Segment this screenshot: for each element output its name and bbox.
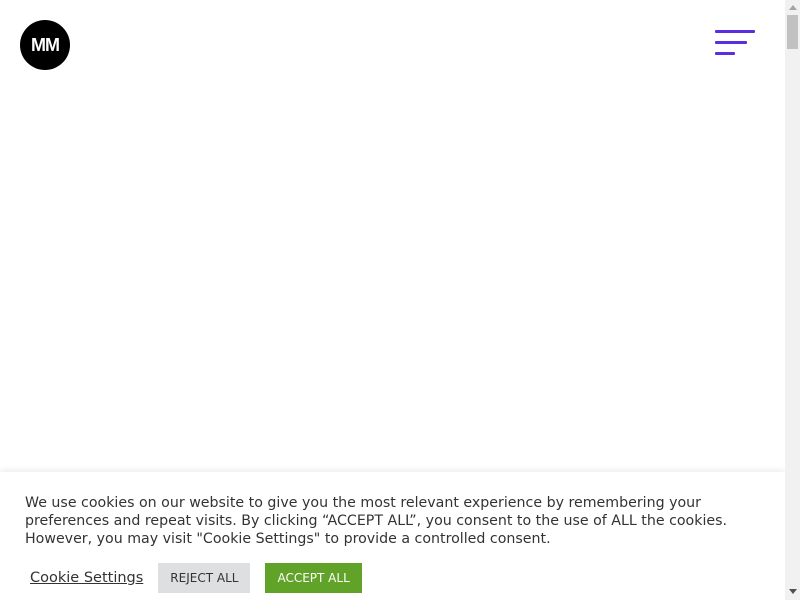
cookie-actions: Cookie Settings REJECT ALL ACCEPT ALL [30,563,362,593]
scroll-down-arrow-icon[interactable] [789,589,797,594]
menu-bar-middle [715,41,747,44]
hamburger-menu-icon[interactable] [713,30,757,58]
cookie-settings-link[interactable]: Cookie Settings [30,570,143,586]
accept-all-button[interactable]: ACCEPT ALL [265,563,362,593]
site-logo[interactable]: MM [20,20,70,70]
scroll-up-arrow-icon[interactable] [789,5,797,10]
page-viewport: MM We use cookies on our website to give… [0,0,785,600]
vertical-scrollbar[interactable] [785,0,800,600]
scroll-thumb[interactable] [787,15,798,49]
reject-all-button[interactable]: REJECT ALL [158,563,251,593]
cookie-message: We use cookies on our website to give yo… [25,495,728,547]
menu-bar-bottom [715,52,735,55]
menu-bar-top [715,30,755,33]
cookie-consent-banner: We use cookies on our website to give yo… [0,472,785,600]
logo-text: MM [31,34,60,55]
